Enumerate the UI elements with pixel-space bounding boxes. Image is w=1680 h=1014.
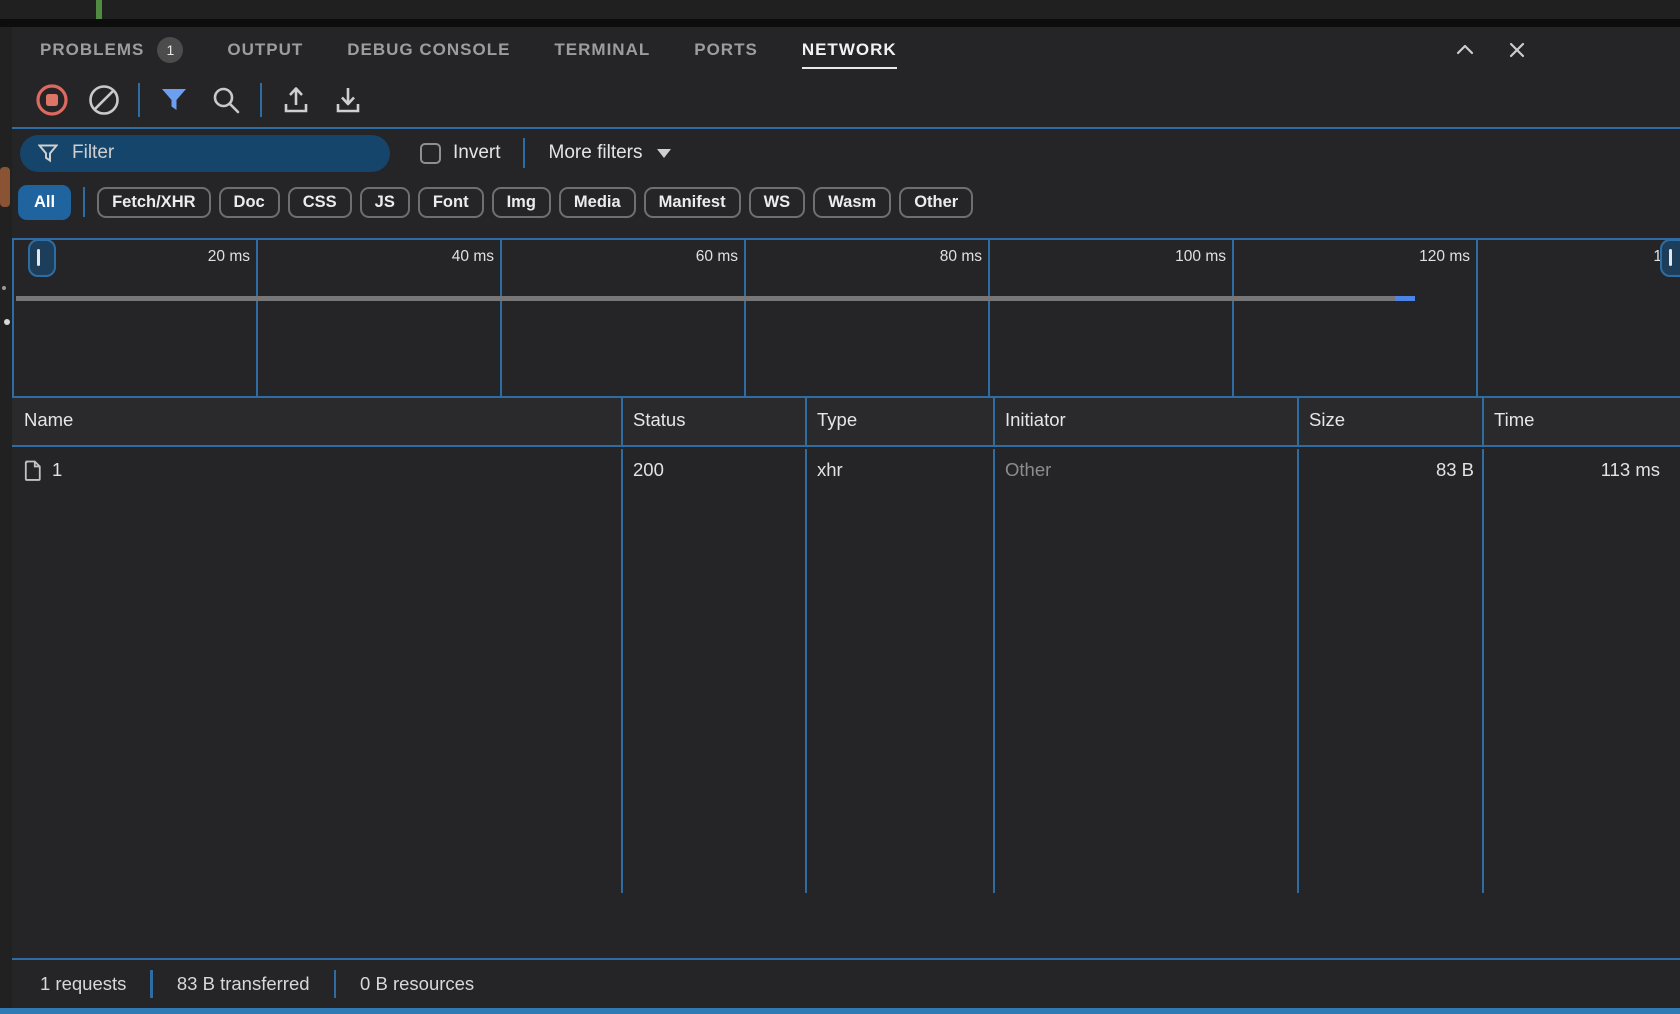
timeline-handle-left[interactable] (28, 239, 56, 277)
request-row-name-cell[interactable]: 1 (12, 449, 623, 893)
request-status-cell[interactable]: 200 (623, 449, 807, 893)
request-size-cell[interactable]: 83 B (1299, 449, 1484, 893)
network-summary-bar: 1 requests 83 B transferred 0 B resource… (12, 958, 1680, 1008)
overview-ruler-mark (0, 167, 10, 207)
filter-toggle-button[interactable] (148, 78, 200, 122)
filter-divider (523, 138, 525, 168)
panel-tabbar: PROBLEMS 1 OUTPUT DEBUG CONSOLE TERMINAL… (12, 27, 1680, 72)
chip-js[interactable]: JS (360, 187, 410, 218)
requests-table-body: 1 200 xhr Other 83 B 113 ms (12, 449, 1680, 893)
network-toolbar (12, 72, 1680, 127)
tab-terminal[interactable]: TERMINAL (554, 27, 650, 72)
filter-row: Filter Invert More filters (12, 127, 1680, 177)
chip-media[interactable]: Media (559, 187, 636, 218)
invert-label: Invert (453, 142, 501, 164)
chips-divider (83, 187, 85, 217)
request-time-cell[interactable]: 113 ms (1484, 449, 1680, 893)
editor-code-strip: 20 // const yourMMKVStorage = new MMKV()… (0, 0, 1680, 19)
chip-fetch-xhr[interactable]: Fetch/XHR (97, 187, 210, 218)
funnel-icon (38, 144, 58, 163)
handle-grip (37, 249, 40, 266)
request-type-cell[interactable]: xhr (807, 449, 995, 893)
requests-count: 1 requests (40, 973, 126, 995)
record-button[interactable] (26, 78, 78, 122)
export-har-button[interactable] (322, 78, 374, 122)
close-icon[interactable] (1506, 39, 1528, 61)
resource-type-filters: All Fetch/XHR Doc CSS JS Font Img Media … (12, 179, 1680, 225)
summary-divider (150, 970, 153, 998)
document-icon (24, 460, 42, 481)
panel-top-shadow (0, 19, 1680, 27)
timeline-handle-right[interactable] (1660, 239, 1680, 277)
column-header-type[interactable]: Type (807, 398, 995, 445)
tab-problems[interactable]: PROBLEMS 1 (40, 27, 183, 72)
panel-bottom-border (0, 1008, 1680, 1014)
search-button[interactable] (200, 78, 252, 122)
requests-table-header: Name Status Type Initiator Size Time (12, 398, 1680, 447)
chip-css[interactable]: CSS (288, 187, 352, 218)
timeline-tick: 80 ms (746, 240, 990, 396)
column-header-initiator[interactable]: Initiator (995, 398, 1299, 445)
column-header-time[interactable]: Time (1484, 398, 1680, 445)
tab-output[interactable]: OUTPUT (227, 27, 303, 72)
chip-doc[interactable]: Doc (219, 187, 280, 218)
resources-size: 0 B resources (360, 973, 474, 995)
column-header-name[interactable]: Name (12, 398, 623, 445)
git-modified-gutter (96, 0, 102, 19)
timeline-tick-partial: 1 (1478, 240, 1680, 396)
handle-grip (1669, 249, 1672, 266)
filter-placeholder: Filter (72, 142, 114, 164)
toolbar-divider (260, 83, 262, 117)
column-header-status[interactable]: Status (623, 398, 807, 445)
chip-font[interactable]: Font (418, 187, 484, 218)
more-filters-button[interactable]: More filters (549, 142, 643, 164)
clear-button[interactable] (78, 78, 130, 122)
tab-debug-console[interactable]: DEBUG CONSOLE (347, 27, 510, 72)
chip-manifest[interactable]: Manifest (644, 187, 741, 218)
transferred-size: 83 B transferred (177, 973, 310, 995)
chip-all[interactable]: All (18, 185, 71, 220)
import-har-button[interactable] (270, 78, 322, 122)
ruler-dot-white (4, 319, 10, 325)
summary-divider (334, 970, 337, 998)
editor-edge-strip (0, 27, 12, 1008)
ruler-dot-gray (2, 286, 6, 290)
waterfall-bar-waiting (16, 296, 1395, 301)
network-overview-timeline[interactable]: 20 ms 40 ms 60 ms 80 ms 100 ms 120 ms 1 (12, 238, 1680, 398)
toolbar-divider (138, 83, 140, 117)
request-name: 1 (52, 459, 62, 481)
tab-network[interactable]: NETWORK (802, 27, 897, 72)
timeline-tick: 40 ms (258, 240, 502, 396)
chevron-down-icon[interactable] (657, 149, 671, 158)
tab-ports[interactable]: PORTS (694, 27, 758, 72)
invert-checkbox[interactable] (420, 143, 441, 164)
request-initiator-cell[interactable]: Other (995, 449, 1299, 893)
chip-img[interactable]: Img (492, 187, 551, 218)
filter-input[interactable]: Filter (20, 135, 390, 172)
chip-other[interactable]: Other (899, 187, 973, 218)
chevron-up-icon[interactable] (1454, 39, 1476, 61)
vscode-bottom-panel: 20 // const yourMMKVStorage = new MMKV()… (0, 0, 1680, 1014)
timeline-tick: 100 ms (990, 240, 1234, 396)
waterfall-bar-download (1395, 296, 1415, 301)
column-header-size[interactable]: Size (1299, 398, 1484, 445)
timeline-tick: 60 ms (502, 240, 746, 396)
chip-wasm[interactable]: Wasm (813, 187, 891, 218)
timeline-tick: 120 ms (1234, 240, 1478, 396)
chip-ws[interactable]: WS (749, 187, 806, 218)
problems-count-badge: 1 (157, 37, 183, 63)
